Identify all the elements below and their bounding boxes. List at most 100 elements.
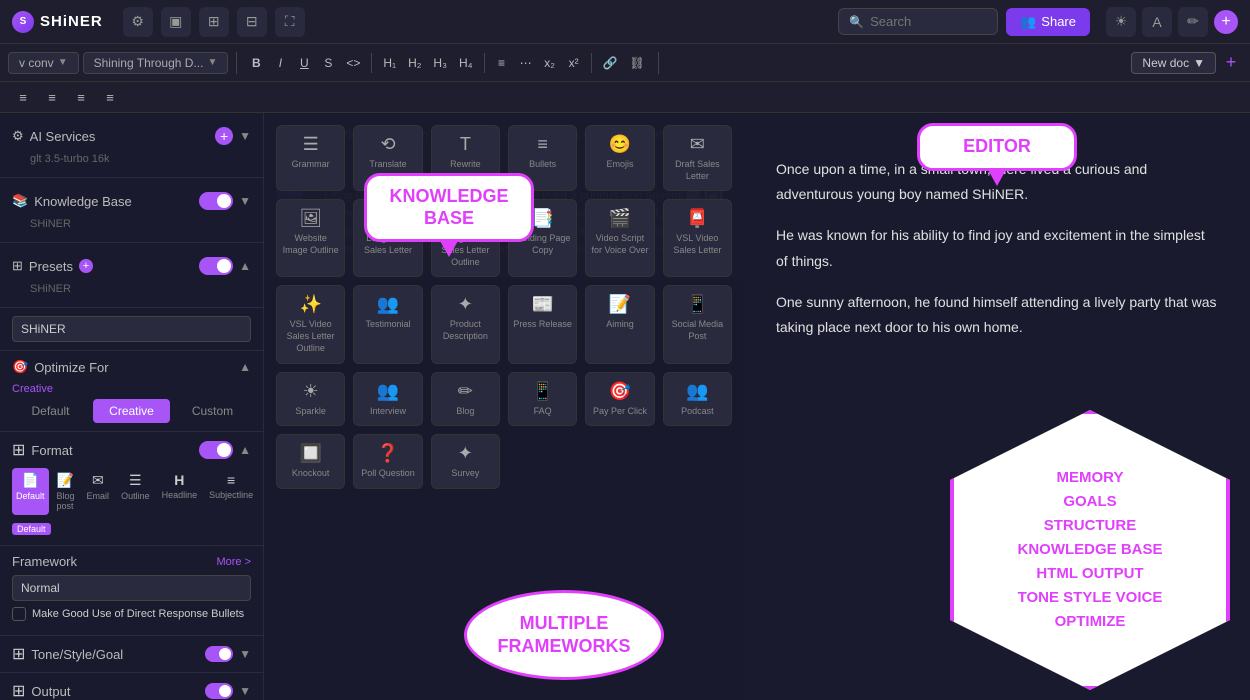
bullets-label: Bullets	[529, 159, 556, 171]
template-vsl[interactable]: 📮VSL Video Sales Letter	[663, 199, 732, 277]
h1-btn[interactable]: H₁	[378, 52, 401, 74]
format-email-icon: ✉	[92, 472, 104, 489]
ul-btn[interactable]: ≡	[491, 52, 513, 74]
template-emojis[interactable]: 😊Emojis	[585, 125, 654, 191]
format-headline-btn[interactable]: H Headline	[158, 468, 202, 515]
format-toggle[interactable]	[199, 441, 233, 459]
ai-services-icon: ⚙	[12, 128, 24, 144]
link-btn[interactable]: 🔗	[598, 52, 623, 74]
toolbar-right: New doc ▼ +	[1131, 52, 1242, 74]
optimize-sub: Creative	[12, 383, 251, 399]
subscript-btn[interactable]: x₂	[539, 52, 561, 74]
knowledge-base-section: 📚 Knowledge Base ▼ SHiNER	[0, 178, 263, 243]
align-justify-btn[interactable]: ≡	[97, 86, 123, 108]
search-input[interactable]	[870, 9, 990, 34]
presets-add-btn[interactable]: +	[79, 259, 93, 273]
knowledge-base-toggle[interactable]	[199, 192, 233, 210]
filter-icon-btn[interactable]: ⚙	[123, 7, 153, 37]
bold-btn[interactable]: B	[245, 52, 267, 74]
optimize-custom-btn[interactable]: Custom	[174, 399, 251, 423]
presets-collapse-btn[interactable]: ▲	[239, 259, 251, 273]
tab-conv[interactable]: v conv ▼	[8, 52, 79, 74]
knowledge-base-controls: ▼	[199, 192, 251, 210]
framework-more[interactable]: More >	[216, 556, 251, 568]
chat-area: Greetings! Please write an outline for a…	[264, 113, 743, 280]
new-doc-btn[interactable]: New doc ▼	[1131, 52, 1216, 74]
share-button[interactable]: 👥 Share	[1006, 8, 1090, 36]
format-headline-icon: H	[174, 472, 184, 488]
h4-btn[interactable]: H₄	[454, 52, 478, 74]
sub-toolbar: v conv ▼ Shining Through D... ▼ B I U S …	[0, 44, 1250, 82]
layout-2-btn[interactable]: ⊞	[199, 7, 229, 37]
default-badge: Default	[12, 523, 51, 535]
template-video-script[interactable]: 🎬Video Script for Voice Over	[585, 199, 654, 277]
h3-btn[interactable]: H₃	[428, 52, 452, 74]
ai-services-add-btn[interactable]: +	[215, 127, 233, 145]
italic-btn[interactable]: I	[269, 52, 291, 74]
knowledge-base-label: Knowledge Base	[34, 194, 132, 209]
presets-toggle[interactable]	[199, 257, 233, 275]
h2-btn[interactable]: H₂	[403, 52, 426, 74]
fullscreen-btn[interactable]: ⛶	[275, 7, 305, 37]
format-outline-label: Outline	[121, 491, 150, 501]
template-translate[interactable]: ⟲Translate	[353, 125, 422, 191]
template-draft-letter[interactable]: ✉Draft Sales Letter	[663, 125, 732, 191]
editor-content-area[interactable]: Once upon a time, in a small town, there…	[744, 133, 1250, 700]
template-website[interactable]: 🖼Website Image Outline	[276, 199, 345, 277]
tone-toggle[interactable]	[205, 646, 233, 662]
align-center-btn[interactable]: ≡	[39, 86, 65, 108]
font-icon-btn[interactable]: A	[1142, 7, 1172, 37]
template-rewrite[interactable]: TRewrite	[431, 125, 500, 191]
output-toggle[interactable]	[205, 683, 233, 699]
code-btn[interactable]: <>	[341, 52, 365, 74]
underline-btn[interactable]: U	[293, 52, 315, 74]
template-landing-page[interactable]: 📑Landing Page Copy	[508, 199, 577, 277]
ai-services-controls: + ▼	[215, 127, 251, 145]
new-doc-arrow: ▼	[1193, 56, 1205, 70]
template-long-outline[interactable]: ✦Long Form Sales Letter Outline	[431, 199, 500, 277]
emojis-label: Emojis	[606, 159, 633, 171]
format-subject-btn[interactable]: ≡ Subjectline	[205, 468, 257, 515]
superscript-btn[interactable]: x²	[563, 52, 585, 74]
tone-collapse-btn[interactable]: ▼	[239, 647, 251, 661]
format-blog-btn[interactable]: 📝 Blog post	[53, 468, 79, 515]
optimize-label: Optimize For	[34, 360, 108, 375]
add-new-btn[interactable]: +	[1214, 10, 1238, 34]
layout-3-btn[interactable]: ⊟	[237, 7, 267, 37]
strikethrough-btn[interactable]: S	[317, 52, 339, 74]
presets-icon: ⊞	[12, 258, 23, 274]
align-right-btn[interactable]: ≡	[68, 86, 94, 108]
align-left-btn[interactable]: ≡	[10, 86, 36, 108]
output-collapse-btn[interactable]: ▼	[239, 684, 251, 698]
unlink-btn[interactable]: ⛓	[625, 52, 650, 74]
edit-icon-btn[interactable]: ✏	[1178, 7, 1208, 37]
toolbar-divider-1	[371, 53, 372, 73]
format-outline-btn[interactable]: ☰ Outline	[117, 468, 154, 515]
direct-response-checkbox[interactable]	[12, 607, 26, 621]
editor-paragraph-3: One sunny afternoon, he found himself at…	[776, 290, 1218, 340]
search-box: 🔍	[838, 8, 998, 35]
template-grid: ☰Grammar ⟲Translate TRewrite ≡Bullets 😊E…	[276, 125, 732, 280]
knowledge-base-collapse-btn[interactable]: ▼	[239, 194, 251, 208]
optimize-default-btn[interactable]: Default	[12, 399, 89, 423]
layout-1-btn[interactable]: ▣	[161, 7, 191, 37]
tone-header: ⊞ Tone/Style/Goal ▼	[12, 644, 251, 664]
optimize-creative-btn[interactable]: Creative	[93, 399, 170, 423]
ol-btn[interactable]: ⋯	[515, 52, 537, 74]
framework-select[interactable]: Normal	[12, 575, 251, 601]
sun-icon-btn[interactable]: ☀	[1106, 7, 1136, 37]
optimize-header: 🎯 Optimize For ▲	[12, 359, 251, 375]
format-email-btn[interactable]: ✉ Email	[83, 468, 114, 515]
long-outline-label: Long Form Sales Letter Outline	[436, 233, 495, 268]
output-icon: ⊞	[12, 681, 25, 700]
format-collapse-btn[interactable]: ▲	[239, 443, 251, 457]
format-default-btn[interactable]: 📄 Default	[12, 468, 49, 515]
shiner-select[interactable]: SHiNER	[12, 316, 251, 342]
template-bullets[interactable]: ≡Bullets	[508, 125, 577, 191]
template-long-form[interactable]: 📄Long Form Sales Letter	[353, 199, 422, 277]
template-grammar[interactable]: ☰Grammar	[276, 125, 345, 191]
new-doc-add-btn[interactable]: +	[1220, 52, 1242, 74]
optimize-collapse-btn[interactable]: ▲	[239, 360, 251, 374]
ai-services-collapse-btn[interactable]: ▼	[239, 129, 251, 143]
tab-shining[interactable]: Shining Through D... ▼	[83, 52, 229, 74]
